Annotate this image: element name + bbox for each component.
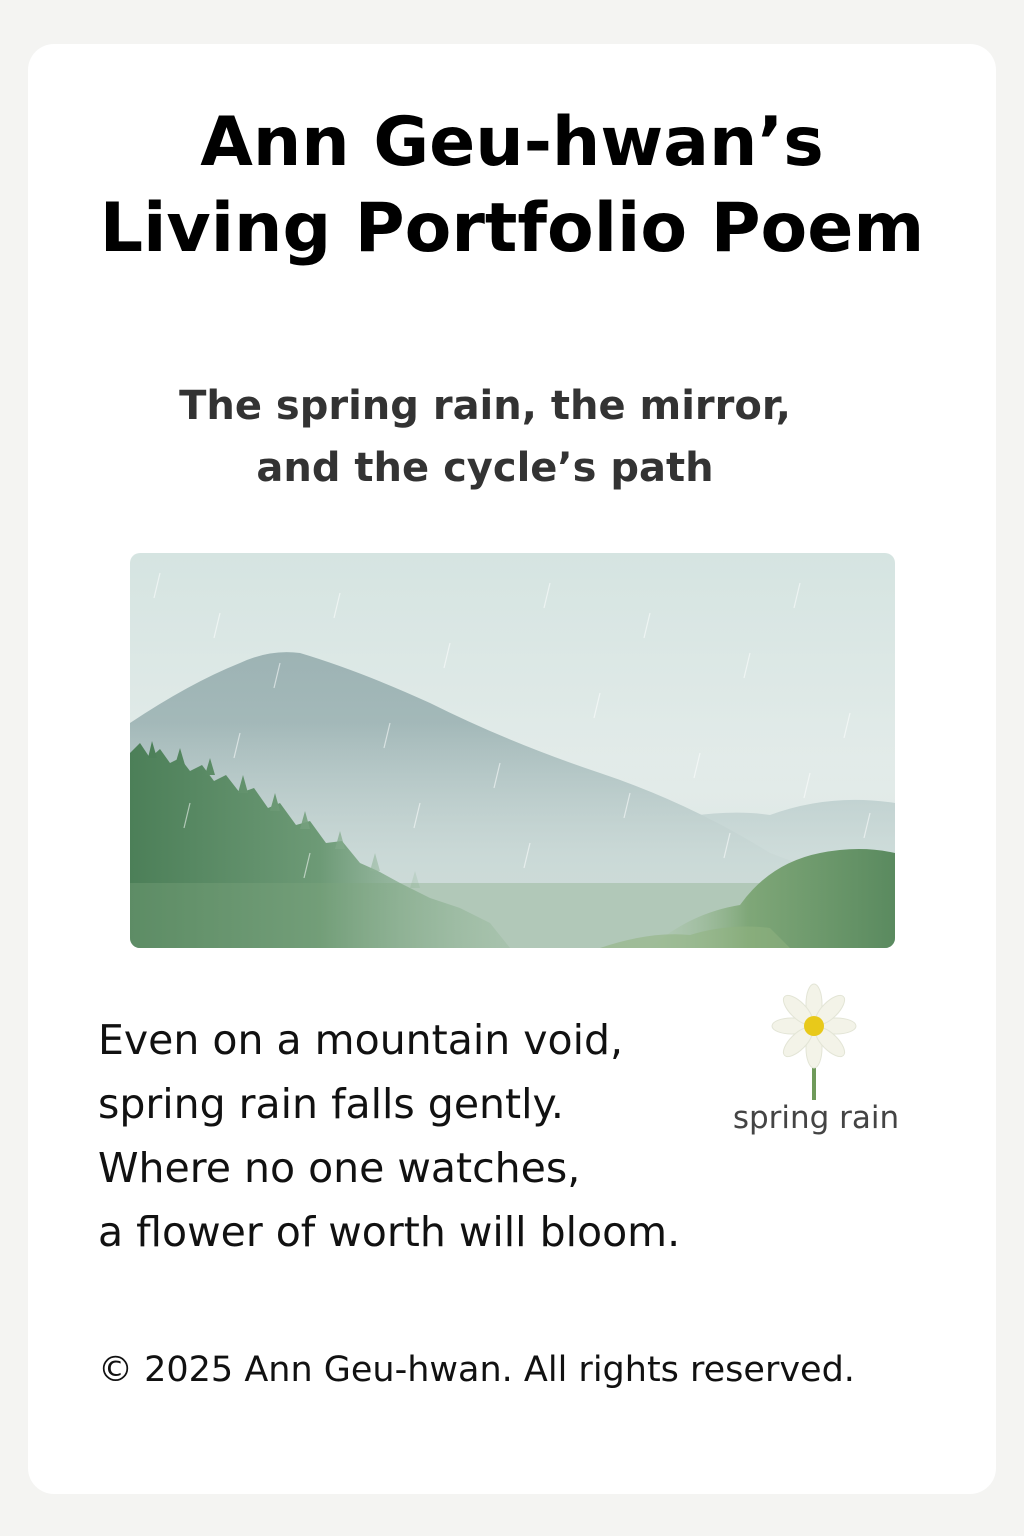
page-title: Ann Geu-hwan’s Living Portfolio Poem bbox=[0, 100, 1024, 272]
poem-line: Even on a mountain void, bbox=[98, 1016, 624, 1064]
subtitle-line-2: and the cycle’s path bbox=[256, 445, 714, 491]
flower-caption: spring rain bbox=[732, 1100, 900, 1136]
copyright-notice: © 2025 Ann Geu-hwan. All rights reserved… bbox=[98, 1350, 855, 1390]
subtitle: The spring rain, the mirror, and the cyc… bbox=[0, 375, 970, 499]
poem-line: spring rain falls gently. bbox=[98, 1080, 564, 1128]
title-line-1: Ann Geu-hwan’s bbox=[200, 103, 824, 182]
poem-line: a flower of worth will bloom. bbox=[98, 1208, 681, 1256]
daisy-flower-icon bbox=[763, 976, 865, 1106]
subtitle-line-1: The spring rain, the mirror, bbox=[179, 383, 791, 429]
title-line-2: Living Portfolio Poem bbox=[99, 189, 925, 268]
poem-body: Even on a mountain void, spring rain fal… bbox=[98, 1008, 680, 1264]
misty-rain-mountain-icon bbox=[130, 553, 895, 948]
poem-line: Where no one watches, bbox=[98, 1144, 581, 1192]
